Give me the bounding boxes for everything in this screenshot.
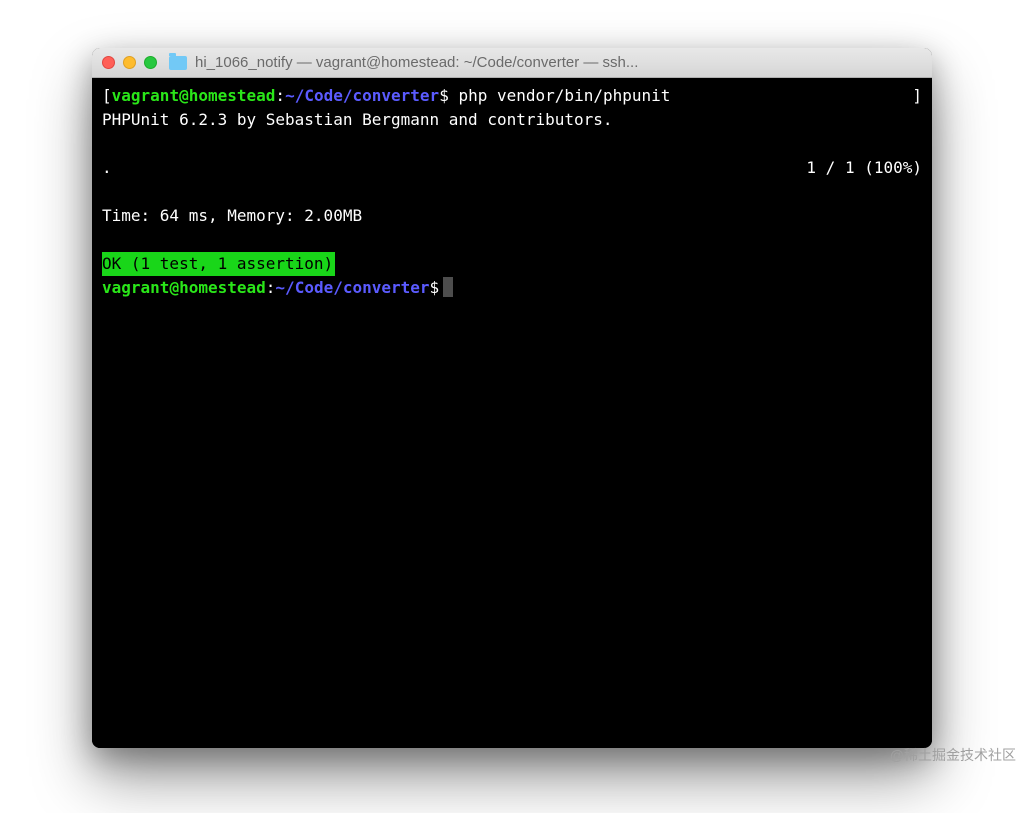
close-button[interactable] <box>102 56 115 69</box>
minimize-button[interactable] <box>123 56 136 69</box>
prompt-colon-2: : <box>266 278 276 297</box>
prompt-open-bracket: [ <box>102 86 112 105</box>
prompt-at: @ <box>179 86 189 105</box>
terminal-window: hi_1066_notify — vagrant@homestead: ~/Co… <box>92 48 932 748</box>
prompt-dollar: $ <box>439 86 449 105</box>
terminal-body[interactable]: [vagrant@homestead:~/Code/converter$ php… <box>92 78 932 748</box>
window-title: hi_1066_notify — vagrant@homestead: ~/Co… <box>195 54 922 71</box>
prompt-line-2: vagrant@homestead:~/Code/converter$ <box>102 276 922 300</box>
command-text: php vendor/bin/phpunit <box>458 86 670 105</box>
prompt-dollar-2: $ <box>430 278 440 297</box>
progress-dot: . <box>102 156 112 180</box>
prompt-line-1: [vagrant@homestead:~/Code/converter$ php… <box>102 84 922 108</box>
stats-line: Time: 64 ms, Memory: 2.00MB <box>102 204 922 228</box>
progress-line: . 1 / 1 (100%) <box>102 156 922 180</box>
prompt-close-bracket: ] <box>912 84 922 108</box>
traffic-lights <box>102 56 157 69</box>
prompt-path-2: ~/Code/converter <box>275 278 429 297</box>
progress-count: 1 / 1 (100%) <box>806 156 922 180</box>
prompt-host-2: homestead <box>179 278 266 297</box>
spacer <box>102 228 922 252</box>
prompt-path: ~/Code/converter <box>285 86 439 105</box>
prompt-at-2: @ <box>169 278 179 297</box>
cursor <box>443 277 453 297</box>
window-titlebar[interactable]: hi_1066_notify — vagrant@homestead: ~/Co… <box>92 48 932 78</box>
prompt-user-2: vagrant <box>102 278 169 297</box>
ok-status: OK (1 test, 1 assertion) <box>102 252 335 276</box>
prompt-host: homestead <box>189 86 276 105</box>
maximize-button[interactable] <box>144 56 157 69</box>
prompt-user: vagrant <box>112 86 179 105</box>
spacer <box>102 180 922 204</box>
spacer <box>102 132 922 156</box>
ok-line-wrapper: OK (1 test, 1 assertion) <box>102 252 922 276</box>
phpunit-header: PHPUnit 6.2.3 by Sebastian Bergmann and … <box>102 108 922 132</box>
folder-icon <box>169 56 187 70</box>
watermark: @稀土掘金技术社区 <box>890 745 1016 765</box>
prompt-colon: : <box>275 86 285 105</box>
